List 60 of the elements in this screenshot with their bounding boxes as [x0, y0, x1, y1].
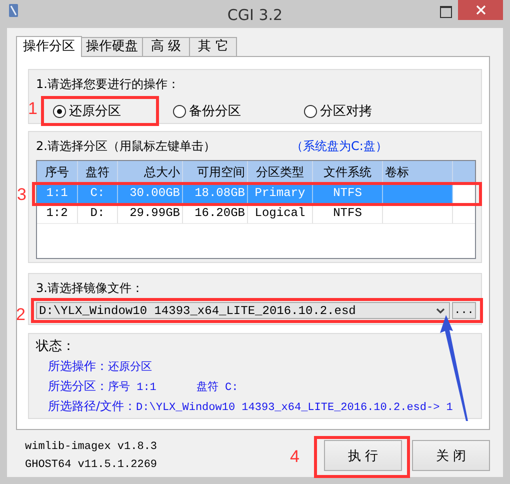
- step-number: 3: [17, 185, 26, 205]
- table-cell: NTFS: [313, 184, 383, 204]
- table-cell: Primary: [248, 184, 313, 204]
- tab[interactable]: 操作硬盘: [81, 37, 143, 56]
- column-header[interactable]: 分区类型: [248, 161, 313, 184]
- radio-label[interactable]: 备份分区: [189, 102, 241, 120]
- table-cell: C:: [78, 184, 118, 204]
- table-cell: NTFS: [313, 204, 383, 224]
- column-header[interactable]: 序号: [37, 161, 78, 184]
- status-key: 所选操作：: [48, 358, 108, 375]
- table-cell: 1:2: [37, 204, 78, 224]
- table-cell: 18.08GB: [183, 184, 248, 204]
- dialog-button[interactable]: 执 行: [324, 440, 402, 471]
- tab[interactable]: 高 级: [142, 37, 190, 56]
- status-value: D:\YLX_Window10 14393_x64_LITE_2016.10.2.esd-> 1: [136, 401, 453, 416]
- app-icon: [8, 2, 19, 18]
- maximize-icon[interactable]: [440, 6, 452, 18]
- status-value: 还原分区: [108, 361, 152, 376]
- radio-button[interactable]: [173, 104, 186, 118]
- chevron-down-icon[interactable]: [436, 308, 445, 314]
- radio-button[interactable]: [304, 104, 317, 118]
- status-value: 盘符 C:: [196, 381, 238, 396]
- table-cell: 29.99GB: [118, 204, 183, 224]
- group-label: 1.请选择您要进行的操作：: [36, 76, 180, 93]
- column-header[interactable]: 盘符: [78, 161, 118, 184]
- column-header[interactable]: 可用空间: [183, 161, 248, 184]
- table-cell: 16.20GB: [183, 204, 248, 224]
- column-header[interactable]: 总大小: [118, 161, 183, 184]
- column-header[interactable]: 卷标: [383, 161, 453, 184]
- group-label: 2.请选择分区（用鼠标左键单击）: [36, 138, 216, 155]
- status-key: 所选分区：: [48, 378, 108, 395]
- browse-button[interactable]: ...: [452, 302, 476, 319]
- radio-label[interactable]: 分区对拷: [320, 102, 372, 120]
- version-text: GHOST64 v11.5.1.2269: [25, 458, 158, 473]
- tab[interactable]: 操作分区: [16, 36, 82, 57]
- radio-label[interactable]: 还原分区: [69, 102, 121, 120]
- group-label: 3.请选择镜像文件：: [36, 280, 144, 297]
- status-label: 状态：: [36, 338, 76, 355]
- step-number: 4: [290, 447, 300, 467]
- close-icon: [476, 5, 486, 15]
- table-row[interactable]: 1:2 D: 29.99GB 16.20GB Logical NTFS: [37, 204, 475, 224]
- table-cell: 1:1: [37, 184, 78, 204]
- close-button[interactable]: [458, 0, 503, 20]
- status-key: 所选路径/文件：: [48, 398, 136, 415]
- table-cell: Logical: [248, 204, 313, 224]
- table-cell: [383, 184, 453, 204]
- file-dropdown[interactable]: D:\YLX_Window10 14393_x64_LITE_2016.10.2.esd: [36, 302, 450, 319]
- table-cell: 30.00GB: [118, 184, 183, 204]
- table-cell: [383, 204, 453, 224]
- step-number: 2: [16, 305, 26, 325]
- radio-button[interactable]: [53, 104, 66, 118]
- table-cell: D:: [78, 204, 118, 224]
- version-text: wimlib-imagex v1.8.3: [25, 440, 158, 455]
- system-disk-note: （系统盘为C:盘）: [291, 138, 388, 155]
- column-header[interactable]: 文件系统: [313, 161, 383, 184]
- status-value: 序号 1:1: [108, 381, 156, 396]
- dialog-button[interactable]: 关 闭: [412, 440, 490, 471]
- step-number: 1: [28, 99, 38, 119]
- tab[interactable]: 其 它: [189, 37, 238, 56]
- window-title: CGI 3.2: [226, 6, 284, 24]
